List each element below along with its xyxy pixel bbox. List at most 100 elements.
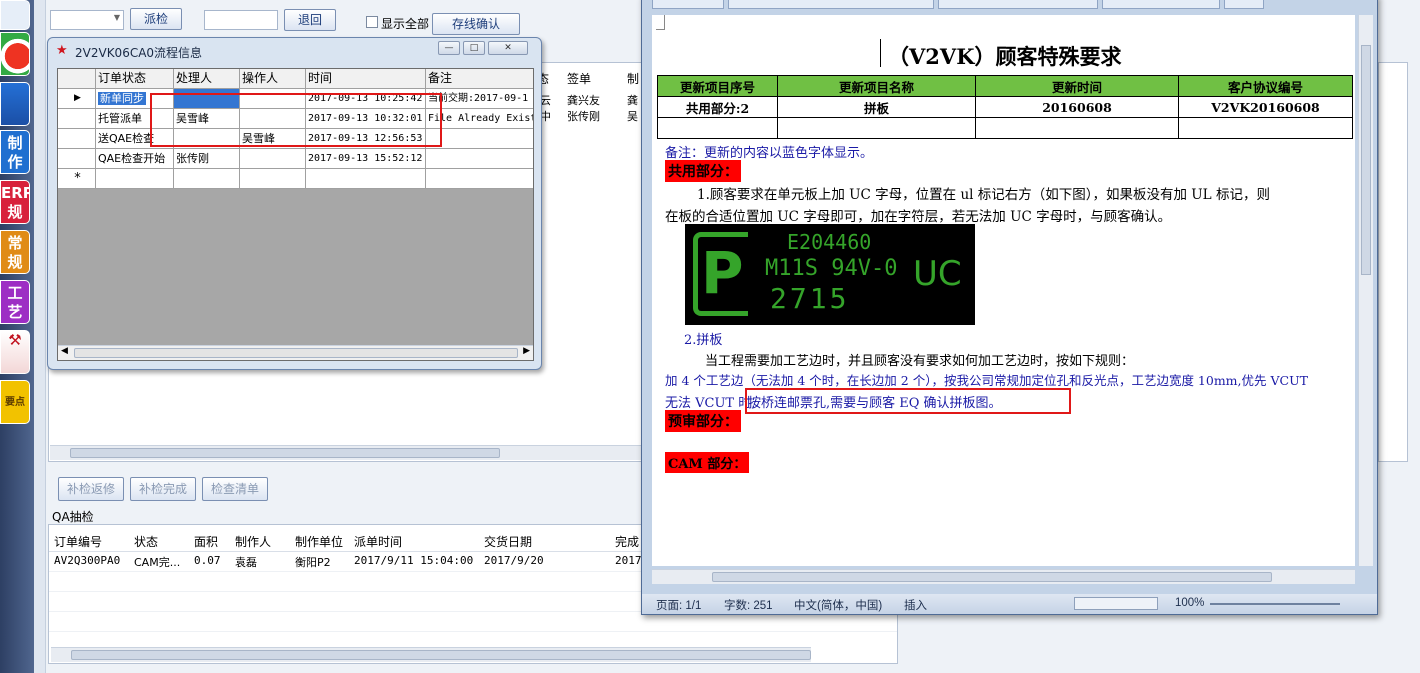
- zoom-level[interactable]: 100%: [1175, 597, 1204, 609]
- margin-mark: [656, 15, 665, 30]
- row-selector-header: [58, 69, 96, 89]
- zoom-slider[interactable]: [1210, 603, 1340, 605]
- grid-cell[interactable]: [174, 169, 240, 189]
- language[interactable]: 中文(简体，中国): [794, 597, 882, 613]
- table-header: 更新项目名称: [777, 75, 976, 97]
- order-grid-hscroll[interactable]: [50, 445, 650, 460]
- item1-line2: 在板的合适位置加 UC 字母即可，加在字符层，若无法加 UC 字母时，与顾客确认…: [665, 209, 1172, 225]
- recheck-done-button[interactable]: 补检完成: [130, 477, 196, 501]
- chevron-down-icon: ▼: [113, 13, 120, 22]
- doc-vscroll[interactable]: [1358, 15, 1373, 566]
- qa-cell: CAM完...: [134, 556, 181, 569]
- row-selector[interactable]: [58, 109, 96, 129]
- ribbon-tab[interactable]: [1102, 0, 1220, 9]
- grid-cell[interactable]: 当前交期:2017-09-1: [426, 89, 533, 109]
- grid-cell[interactable]: 张传刚: [174, 149, 240, 169]
- scroll-thumb[interactable]: [74, 348, 518, 358]
- col-header-sign: 签单: [567, 72, 592, 86]
- item2-title: 2.拼板: [684, 333, 723, 348]
- ribbon-tab[interactable]: [1224, 0, 1264, 9]
- new-row-marker: *: [58, 169, 96, 189]
- qa-header: 面积: [194, 535, 219, 549]
- flow-info-window[interactable]: ★ 2V2VK06CA0流程信息 — □ ✕ 订单状态 处理人 操作人 时间 备…: [47, 37, 542, 370]
- page-count[interactable]: 页面: 1/1: [656, 597, 701, 613]
- qa-header: 订单编号: [54, 535, 103, 549]
- scroll-thumb[interactable]: [71, 650, 811, 660]
- grid-cell[interactable]: [426, 129, 533, 149]
- qa-cell: 0.07: [194, 554, 221, 567]
- view-buttons[interactable]: [1074, 597, 1158, 610]
- grid-cell[interactable]: File Already Exist: [426, 109, 533, 129]
- checklist-button[interactable]: 检查清单: [202, 477, 268, 501]
- grid-cell[interactable]: [426, 169, 533, 189]
- new-row[interactable]: *: [58, 169, 533, 189]
- item2-line3a: 无法 VCUT 时,: [665, 396, 756, 411]
- document-page[interactable]: （V2VK）顾客特殊要求 更新项目序号 更新项目名称 更新时间 客户协议编号 共…: [652, 15, 1355, 566]
- table-row[interactable]: QAE检查开始 张传刚 2017-09-13 15:52:12: [58, 149, 533, 169]
- filter-select[interactable]: ▼: [50, 10, 124, 30]
- launcher-label: ERP规范: [1, 184, 29, 223]
- launcher-common-issues[interactable]: 常规问题: [0, 230, 30, 274]
- online-confirm-button[interactable]: 存线确认: [432, 13, 520, 35]
- qa-header: 完成: [615, 535, 640, 549]
- divider: [49, 631, 897, 632]
- launcher-key-points[interactable]: 要点: [0, 380, 30, 424]
- ribbon-tab[interactable]: [652, 0, 724, 9]
- star-icon: ★: [56, 43, 68, 58]
- word-count[interactable]: 字数: 251: [724, 597, 773, 613]
- grid-cell[interactable]: [426, 149, 533, 169]
- scroll-right-icon[interactable]: ▶: [523, 346, 530, 356]
- table-header-row: 更新项目序号 更新项目名称 更新时间 客户协议编号: [657, 75, 1353, 97]
- table-header: 更新项目序号: [657, 75, 778, 97]
- return-button[interactable]: 退回: [284, 9, 336, 31]
- app-icon-top[interactable]: [0, 0, 30, 30]
- flow-grid-hscroll[interactable]: ◀ ▶: [58, 345, 533, 360]
- qa-header: 制作人: [235, 535, 272, 549]
- scroll-thumb[interactable]: [712, 572, 1272, 582]
- hammer-icon[interactable]: ⚒: [0, 330, 30, 374]
- minimize-button[interactable]: —: [438, 41, 460, 55]
- section-cam: CAM 部分：: [665, 452, 750, 473]
- row-selector[interactable]: [58, 129, 96, 149]
- cell-maker: 吴: [627, 110, 638, 123]
- ribbon-tab[interactable]: [728, 0, 934, 9]
- logo-p: P: [701, 239, 744, 307]
- logo-line3: 2715: [770, 282, 850, 315]
- scroll-left-icon[interactable]: ◀: [61, 346, 68, 356]
- row-selector[interactable]: [58, 149, 96, 169]
- doc-hscroll[interactable]: [652, 569, 1355, 584]
- ribbon-tab[interactable]: [938, 0, 1098, 9]
- table-cell: [1178, 117, 1353, 139]
- launcher-production-spec[interactable]: 制作规范: [0, 130, 30, 174]
- grid-cell[interactable]: [240, 169, 306, 189]
- recheck-repair-button[interactable]: 补检返修: [58, 477, 124, 501]
- selected-cell-text: 新单同步: [98, 92, 146, 105]
- col-header-time: 时间: [306, 69, 426, 89]
- show-all-checkbox[interactable]: [366, 16, 378, 28]
- qa-grid-hscroll[interactable]: [51, 647, 811, 662]
- logo-line2: M11S 94V-0: [765, 256, 898, 281]
- item2-line1: 当工程需要加工艺边时，并且顾客没有要求如何加工艺边时，按如下规则：: [705, 354, 1135, 369]
- grid-cell[interactable]: 2017-09-13 15:52:12: [306, 149, 426, 169]
- qa-cell: AV2Q300PA0: [54, 554, 121, 567]
- insert-mode[interactable]: 插入: [904, 597, 927, 613]
- launcher-erp-spec[interactable]: ERP规范: [0, 180, 30, 224]
- word-window[interactable]: （V2VK）顾客特殊要求 更新项目序号 更新项目名称 更新时间 客户协议编号 共…: [641, 0, 1378, 615]
- disk-icon[interactable]: [0, 82, 30, 126]
- search-input[interactable]: [204, 10, 278, 30]
- ribbon-strip: [652, 0, 1372, 11]
- dispatch-button[interactable]: 派检: [130, 8, 182, 30]
- scroll-thumb[interactable]: [70, 448, 500, 458]
- grid-cell[interactable]: [96, 169, 174, 189]
- close-button[interactable]: ✕: [488, 41, 528, 55]
- qa-cell: 2017/9/11 15:04:00: [354, 554, 474, 567]
- logo-uc: UC: [913, 254, 962, 294]
- maximize-button[interactable]: □: [463, 41, 485, 55]
- scroll-thumb[interactable]: [1361, 45, 1371, 275]
- qa-section-label: QA抽检: [52, 510, 94, 524]
- chart-icon[interactable]: [0, 32, 30, 76]
- launcher-process-capability[interactable]: 工艺能力: [0, 280, 30, 324]
- grid-cell[interactable]: [240, 149, 306, 169]
- grid-cell[interactable]: [306, 169, 426, 189]
- grid-cell[interactable]: QAE检查开始: [96, 149, 174, 169]
